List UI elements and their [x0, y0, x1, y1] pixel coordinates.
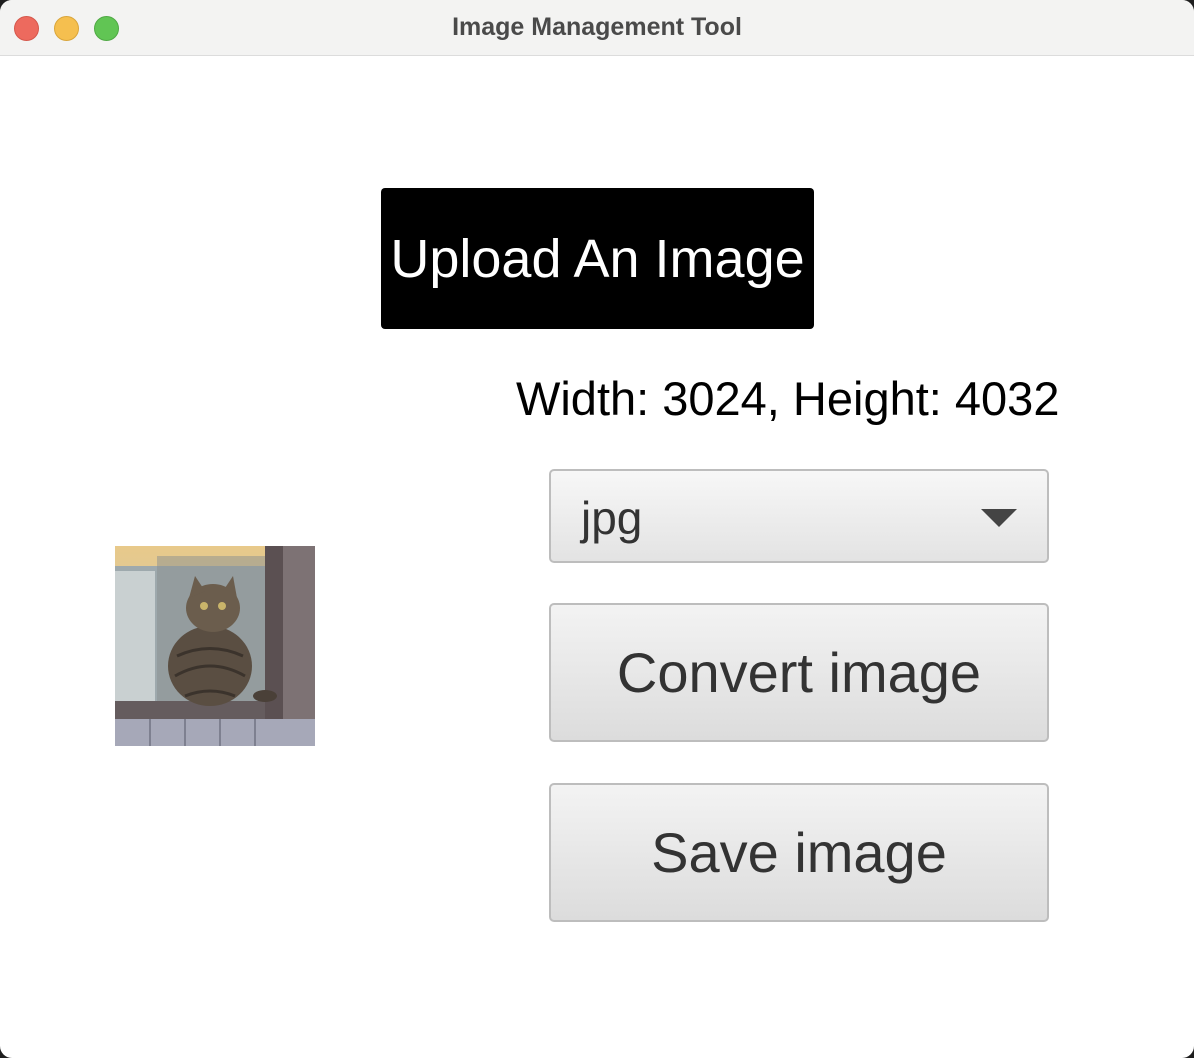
convert-image-button[interactable]: Convert image	[549, 603, 1049, 742]
image-thumbnail	[115, 546, 315, 746]
window-title: Image Management Tool	[452, 13, 742, 41]
save-image-button[interactable]: Save image	[549, 783, 1049, 922]
upload-image-button[interactable]: Upload An Image	[381, 188, 814, 329]
image-dimensions-label: Width: 3024, Height: 4032	[516, 372, 1060, 425]
chevron-down-icon	[981, 509, 1017, 527]
title-bar[interactable]: Image Management Tool	[0, 0, 1194, 56]
format-select-value: jpg	[581, 492, 643, 544]
format-select[interactable]: jpg	[549, 469, 1049, 563]
app-window: Image Management Tool Upload An Image Wi…	[0, 0, 1194, 1058]
